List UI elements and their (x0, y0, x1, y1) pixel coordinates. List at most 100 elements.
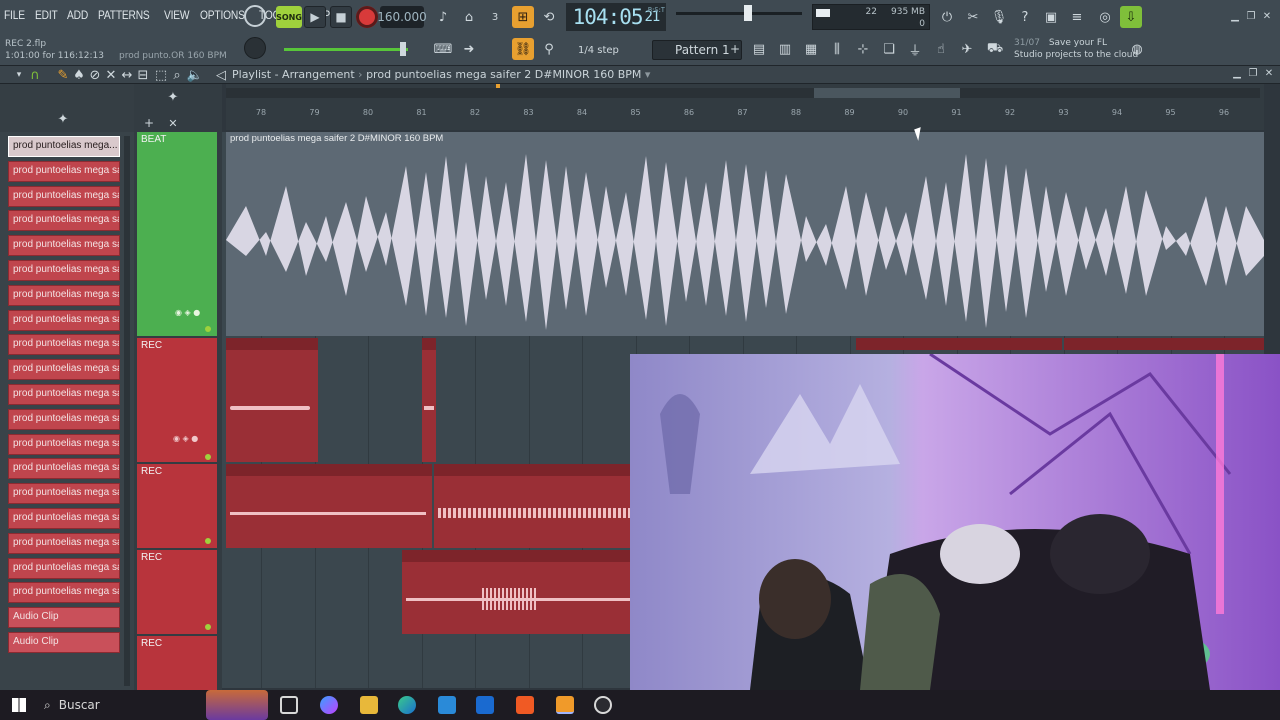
wait-input-icon[interactable]: ⌂ (458, 6, 480, 28)
track-rec-1-led[interactable] (205, 454, 211, 460)
master-volume-slider[interactable] (676, 12, 802, 15)
play-button[interactable]: ▶ (304, 6, 326, 28)
mixer-view-icon[interactable]: ⫼ (826, 38, 848, 60)
mixer-icon[interactable]: ≡ (1066, 6, 1088, 28)
stop-button[interactable]: ■ (330, 6, 352, 28)
track-rec-1-controls-icon[interactable]: ◉ ◈ ● (173, 434, 198, 443)
magnet-icon[interactable]: ∩ (24, 64, 46, 86)
typing-keyboard-icon[interactable]: ⌨ (432, 38, 454, 60)
mic-icon[interactable]: 🎙 (988, 6, 1010, 28)
track-rec-3-led[interactable] (205, 624, 211, 630)
add-pattern-icon[interactable]: + (724, 38, 746, 60)
plugin-picker-icon[interactable]: ⊹ (852, 38, 874, 60)
outlook-icon[interactable] (476, 696, 494, 714)
menu-view[interactable]: VIEW (164, 8, 190, 22)
pattern-picker-icon[interactable]: ✦ (52, 108, 74, 130)
link-icon[interactable]: ⛓ (512, 38, 534, 60)
news-panel[interactable]: 31/07 Save your FL Studio projects to th… (1014, 37, 1138, 61)
countdown-icon[interactable]: 3 (484, 6, 506, 28)
playlist-minimize-icon[interactable]: ▁ (1230, 67, 1244, 79)
master-pitch-slider[interactable] (284, 48, 408, 51)
rec-clip-c[interactable]: REC 2_2026-08...-47-18_REC (1064, 338, 1264, 350)
channel-clip-item[interactable]: prod puntoelias mega sa... (8, 408, 120, 430)
menu-options[interactable]: OPTIONS (200, 8, 245, 22)
globe-icon[interactable]: ◍ (1126, 38, 1148, 60)
help-icon[interactable]: ? (1014, 6, 1036, 28)
menu-patterns[interactable]: PATTERNS (98, 8, 150, 22)
windows-start-icon[interactable] (12, 698, 26, 712)
channel-clip-item[interactable]: prod puntoelias mega sa... (8, 259, 120, 281)
channel-clip-item[interactable]: prod puntoelias mega sa... (8, 433, 120, 455)
save-icon[interactable]: ▣ (1040, 6, 1062, 28)
edge-icon[interactable] (398, 696, 416, 714)
copilot-icon[interactable] (320, 696, 338, 714)
track-rec-2[interactable]: REC (137, 464, 217, 548)
panic-icon[interactable]: ⏻ (936, 6, 958, 28)
master-volume-knob[interactable] (244, 37, 266, 59)
task-view-icon[interactable] (280, 696, 298, 714)
record-button[interactable] (356, 6, 378, 28)
close-icon[interactable]: ✕ (1260, 10, 1274, 22)
channel-clip-item[interactable]: prod puntoelias mega sa... (8, 483, 120, 505)
download-icon[interactable]: ⇩ (1120, 6, 1142, 28)
audio-clip-item[interactable]: Audio Clip (8, 607, 120, 629)
horizontal-scrollbar[interactable] (226, 88, 1260, 98)
channel-clip-item[interactable]: prod puntoelias mega sa... (8, 160, 120, 182)
playlist-close-icon[interactable]: ✕ (1262, 67, 1276, 79)
metronome-icon[interactable]: ♪ (432, 6, 454, 28)
touch-icon[interactable]: ☝ (930, 38, 952, 60)
channel-clip-item[interactable]: prod puntoelias mega sa... (8, 532, 120, 554)
channel-clip-item[interactable]: prod puntoelias mega sa... (8, 359, 120, 381)
file-explorer-icon[interactable] (360, 696, 378, 714)
channel-clip-item[interactable]: prod puntoelias mega sa... (8, 507, 120, 529)
channel-clip-item[interactable]: prod puntoelias mega sa... (8, 334, 120, 356)
restore-icon[interactable]: ❐ (1244, 10, 1258, 22)
audio-clip-item[interactable]: Audio Clip (8, 631, 120, 653)
cart-icon[interactable]: ⛟ (984, 38, 1006, 60)
arrow-icon[interactable]: ➜ (458, 38, 480, 60)
menu-file[interactable]: FILE (4, 8, 25, 22)
obs-icon[interactable] (594, 696, 612, 714)
channel-clip-item[interactable]: prod puntoelias mega sa... (8, 185, 120, 207)
loop-record-icon[interactable]: ⟲ (538, 6, 560, 28)
piano-roll-icon[interactable]: ▥ (774, 38, 796, 60)
rec-clip-d[interactable]: REC 2_2026-08-08 00-44-59_REC (226, 464, 432, 548)
channel-clip-item[interactable]: prod puntoelias mega... (8, 136, 120, 157)
playlist-restore-icon[interactable]: ❐ (1246, 67, 1260, 79)
channel-clip-item[interactable]: prod puntoelias mega sa... (8, 210, 120, 232)
rec-clip-a2[interactable] (422, 338, 436, 462)
track-options-icon[interactable]: ✦ (162, 86, 184, 108)
track-beat[interactable]: BEAT ◉ ◈ ● (137, 132, 217, 336)
menu-add[interactable]: ADD (67, 8, 88, 22)
store-icon[interactable] (438, 696, 456, 714)
menu-edit[interactable]: EDIT (35, 8, 58, 22)
bird-icon[interactable]: ✈ (956, 38, 978, 60)
remove-track-icon[interactable]: ✕ (162, 112, 184, 134)
browser-icon[interactable]: ❏ (878, 38, 900, 60)
channel-clip-item[interactable]: prod puntoelias mega sa... (8, 557, 120, 579)
scrollbar-thumb[interactable] (814, 88, 960, 98)
tempo-display[interactable]: 160.000 (377, 6, 427, 28)
step-edit-icon[interactable]: ⊞ (512, 6, 534, 28)
beat-audio-clip[interactable]: prod puntoelias mega saifer 2 D#MINOR 16… (226, 132, 1264, 336)
channel-clip-item[interactable]: prod puntoelias mega sa... (8, 582, 120, 604)
cut-icon[interactable]: ✂ (962, 6, 984, 28)
track-beat-mute-icon[interactable]: ◉ ◈ ● (175, 308, 200, 317)
playback-tool-icon[interactable]: 🔈 (184, 64, 206, 86)
track-rec-2-led[interactable] (205, 538, 211, 544)
channel-clip-item[interactable]: prod puntoelias mega sa... (8, 309, 120, 331)
track-rec-1[interactable]: REC ◉ ◈ ● (137, 338, 217, 462)
rec-clip-f[interactable]: REC 2_2026-08-08 00-51-50_REC (402, 550, 634, 634)
channel-clip-item[interactable]: prod puntoelias mega sa... (8, 284, 120, 306)
plug-icon[interactable]: ⏚ (904, 38, 926, 60)
add-track-icon[interactable]: + (138, 112, 160, 134)
bell-icon[interactable]: ⚲ (538, 38, 560, 60)
master-volume-handle[interactable] (744, 5, 752, 21)
chat-icon[interactable]: ◎ (1094, 6, 1116, 28)
rec-clip-e[interactable]: REC 2_2026-08-08 00-44-59_REC (434, 464, 634, 548)
fl-studio-icon[interactable] (556, 696, 574, 714)
taskbar-search[interactable]: ⌕ Buscar (44, 693, 204, 717)
master-pitch-handle[interactable] (400, 42, 406, 56)
weather-widget-icon[interactable] (206, 690, 268, 720)
rec-clip-a[interactable]: REC 2_202...-19_REC (226, 338, 318, 462)
